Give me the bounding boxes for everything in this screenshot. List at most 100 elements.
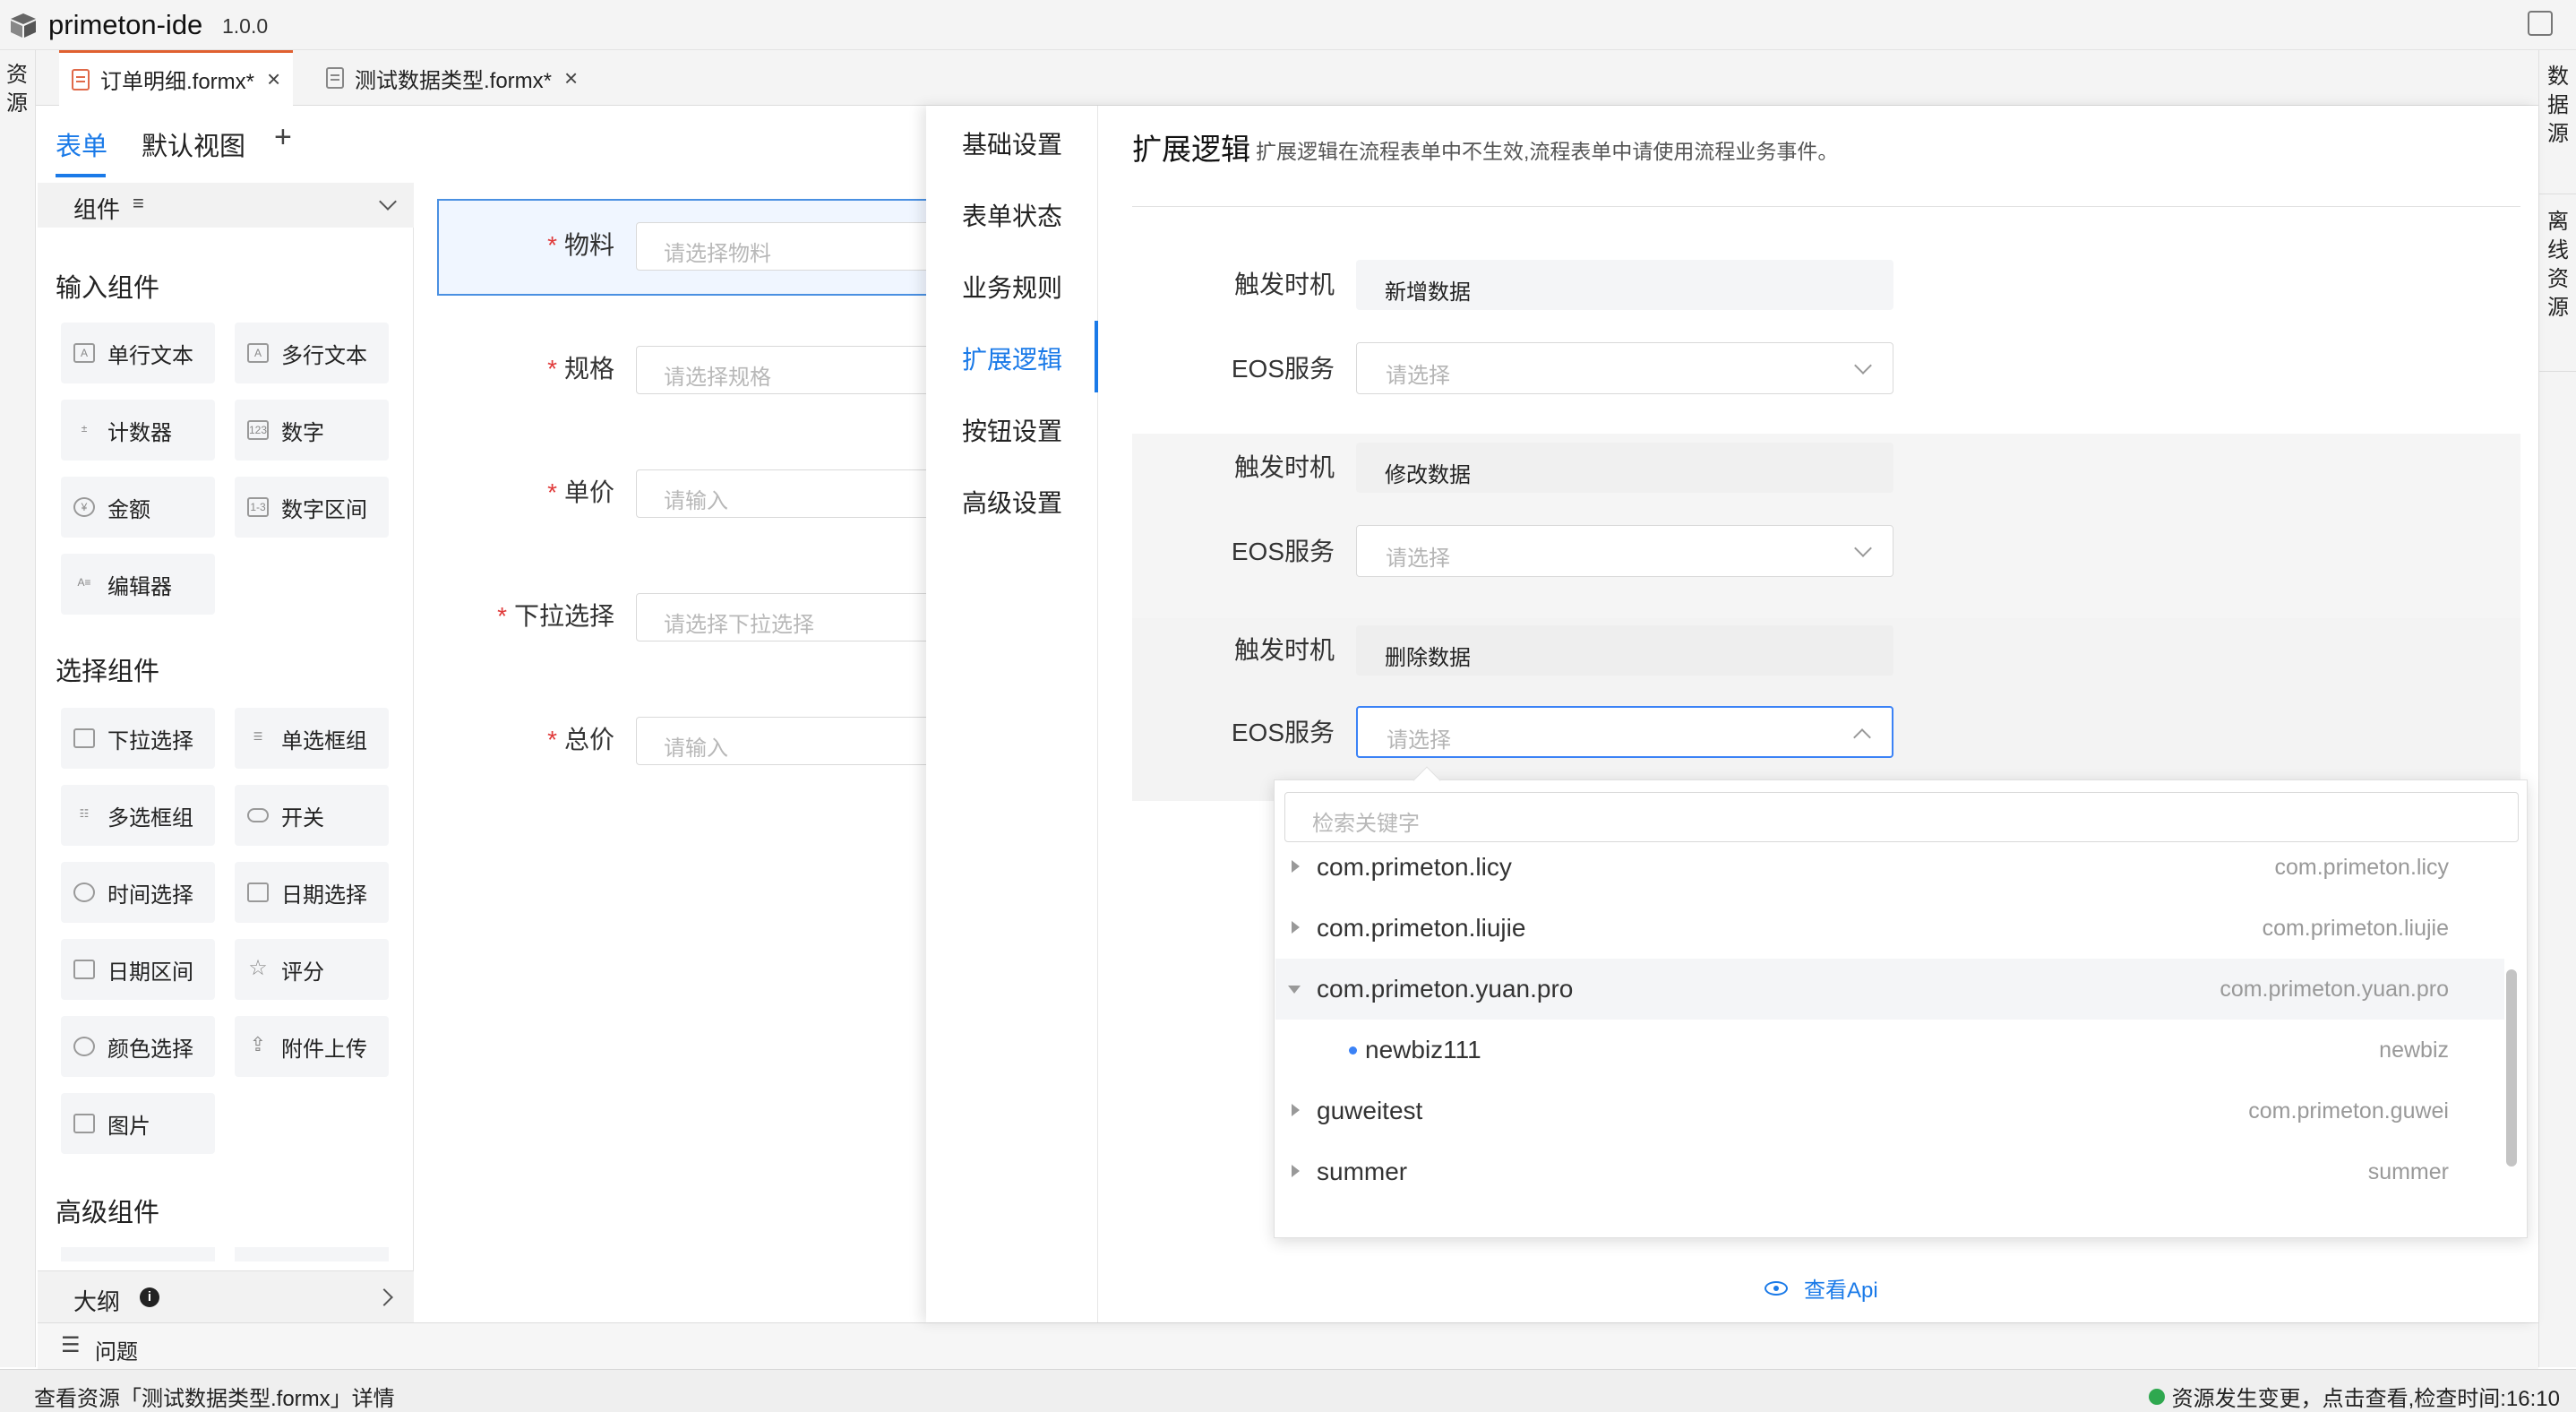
comp-color-picker[interactable]: 颜色选择 [61, 1016, 215, 1077]
editor-icon: A≡ [77, 576, 91, 589]
tree-row[interactable]: newbiz111 newbiz [1275, 1020, 2504, 1081]
tree-row[interactable]: com.primeton.yuan.pro com.primeton.yuan.… [1275, 959, 2504, 1020]
extension-title: 扩展逻辑 [1132, 133, 1250, 166]
comp-radio-group[interactable]: ☰ 单选框组 [235, 708, 389, 769]
dropdown-search-input[interactable]: 检索关键字 [1284, 792, 2519, 842]
tree-node-name: com.primeton.licy [1317, 853, 1512, 881]
view-api-link[interactable]: 查看Api [1765, 1272, 1878, 1304]
tree-node-name: com.primeton.liujie [1317, 914, 1526, 942]
comp-image[interactable]: 图片 [61, 1093, 215, 1154]
comp-editor[interactable]: A≡ 编辑器 [61, 554, 215, 615]
window-toggle-icon[interactable] [2528, 11, 2553, 36]
nav-form-status[interactable]: 表单状态 [962, 197, 1062, 233]
trigger-value-update: 修改数据 [1356, 443, 1893, 493]
offline-resource-panel-toggle[interactable]: 离线资源 [2545, 208, 2572, 323]
chevron-down-icon[interactable] [379, 193, 397, 211]
comp-advanced-partial[interactable] [235, 1247, 389, 1261]
file-tab-label: 订单明细.formx* [100, 70, 255, 94]
comp-date-picker[interactable]: 日期选择 [235, 862, 389, 923]
comp-time-picker[interactable]: 时间选择 [61, 862, 215, 923]
comp-number[interactable]: 123 数字 [235, 400, 389, 461]
comp-switch[interactable]: 开关 [235, 785, 389, 846]
close-icon[interactable]: × [564, 65, 578, 92]
outline-label: 大纲 [73, 1288, 121, 1315]
field-label-spec: * 规格 [547, 355, 614, 383]
trigger-value-delete: 删除数据 [1356, 625, 1893, 676]
file-tab-test-types[interactable]: 测试数据类型.formx* × [313, 50, 590, 106]
close-icon[interactable]: × [267, 65, 280, 93]
caret-down-icon[interactable] [1288, 986, 1301, 994]
caret-right-icon[interactable] [1292, 921, 1300, 934]
tree-row[interactable]: guweitest com.primeton.guwei [1275, 1081, 2504, 1141]
status-dot-icon [2148, 1388, 2165, 1405]
number-icon: 123 [247, 420, 269, 440]
tab-default-view[interactable]: 默认视图 [142, 125, 245, 163]
file-tab-label: 测试数据类型.formx* [355, 68, 553, 93]
add-view-button[interactable]: + [274, 120, 292, 155]
trigger-value-create: 新增数据 [1356, 260, 1893, 310]
upload-icon: ⇪ [249, 1033, 267, 1055]
chevron-right-icon[interactable] [375, 1288, 393, 1306]
field-label-dropdown: * 下拉选择 [497, 602, 614, 630]
palette-header[interactable]: 组件 ≡ [38, 183, 414, 228]
material-input[interactable]: 请选择物料 [636, 222, 932, 271]
trigger-label: 触发时机 [1233, 453, 1335, 481]
nav-active-indicator [1095, 321, 1098, 392]
caret-right-icon[interactable] [1292, 860, 1300, 873]
comp-date-range[interactable]: 日期区间 [61, 939, 215, 1000]
comp-file-upload[interactable]: ⇪ 附件上传 [235, 1016, 389, 1077]
divider [1132, 206, 2520, 207]
comp-dropdown[interactable]: 下拉选择 [61, 708, 215, 769]
dropdown-select-input[interactable]: 请选择下拉选择 [636, 593, 932, 641]
spec-input[interactable]: 请选择规格 [636, 346, 932, 394]
tab-form[interactable]: 表单 [56, 125, 107, 163]
file-tab-order-detail[interactable]: 订单明细.formx* × [59, 50, 294, 106]
rail-divider [2539, 371, 2576, 372]
app-logo-icon [11, 13, 36, 38]
dropdown-scrollbar[interactable] [2506, 969, 2517, 1167]
comp-advanced-partial[interactable] [61, 1247, 215, 1261]
nav-basic-settings[interactable]: 基础设置 [962, 125, 1062, 161]
switch-icon [247, 808, 269, 822]
tree-row[interactable]: com.primeton.liujie com.primeton.liujie [1275, 898, 2504, 959]
caret-right-icon[interactable] [1292, 1165, 1300, 1177]
app-version: 1.0.0 [222, 14, 269, 38]
resource-change-notice[interactable]: 资源发生变更，点击查看,检查时间:16:10 [2148, 1381, 2560, 1412]
eos-service-label: EOS服务 [1231, 355, 1335, 383]
eos-service-select-update[interactable]: 请选择 [1356, 525, 1893, 577]
comp-rating[interactable]: ☆ 评分 [235, 939, 389, 1000]
outline-panel-header[interactable]: 大纲 i [38, 1270, 414, 1322]
counter-icon: ± [81, 422, 88, 435]
tree-row-partial [1275, 1220, 2504, 1236]
problems-panel-header[interactable]: ☰ 问题 [38, 1322, 2538, 1369]
tree-row[interactable]: summer summer [1275, 1141, 2504, 1202]
nav-advanced-settings[interactable]: 高级设置 [962, 484, 1062, 520]
resource-panel-toggle[interactable]: 资源 [4, 61, 30, 118]
comp-single-line-text[interactable]: A 单行文本 [61, 323, 215, 383]
caret-right-icon[interactable] [1292, 1104, 1300, 1116]
comp-checkbox-group[interactable]: ☷ 多选框组 [61, 785, 215, 846]
comp-counter[interactable]: ± 计数器 [61, 400, 215, 461]
file-tab-bar: 订单明细.formx* × 测试数据类型.formx* × [36, 50, 2538, 106]
nav-button-settings[interactable]: 按钮设置 [962, 412, 1062, 448]
chevron-up-icon [1853, 728, 1871, 746]
tree-node-name: guweitest [1317, 1097, 1423, 1124]
comp-amount[interactable]: ¥ 金额 [61, 477, 215, 538]
field-label-material: * 物料 [547, 231, 614, 259]
info-icon: i [140, 1287, 159, 1307]
unit-price-input[interactable]: 请输入 [636, 469, 932, 518]
eos-service-select-create[interactable]: 请选择 [1356, 342, 1893, 394]
list-icon: ☰ [61, 1333, 81, 1357]
data-source-panel-toggle[interactable]: 数据源 [2545, 63, 2572, 149]
status-message[interactable]: 查看资源「测试数据类型.formx」详情 [34, 1381, 395, 1412]
comp-number-range[interactable]: 1-3 数字区间 [235, 477, 389, 538]
field-label-total-price: * 总价 [547, 726, 614, 753]
tree-row[interactable]: com.primeton.licy com.primeton.licy [1275, 837, 2504, 898]
form-file-icon [72, 68, 90, 90]
total-price-input[interactable]: 请输入 [636, 717, 932, 765]
eos-service-select-delete[interactable]: 请选择 [1356, 706, 1893, 758]
nav-extension-logic[interactable]: 扩展逻辑 [962, 340, 1062, 376]
comp-multi-line-text[interactable]: A 多行文本 [235, 323, 389, 383]
problems-label: 问题 [95, 1340, 138, 1365]
nav-business-rules[interactable]: 业务规则 [962, 269, 1062, 305]
